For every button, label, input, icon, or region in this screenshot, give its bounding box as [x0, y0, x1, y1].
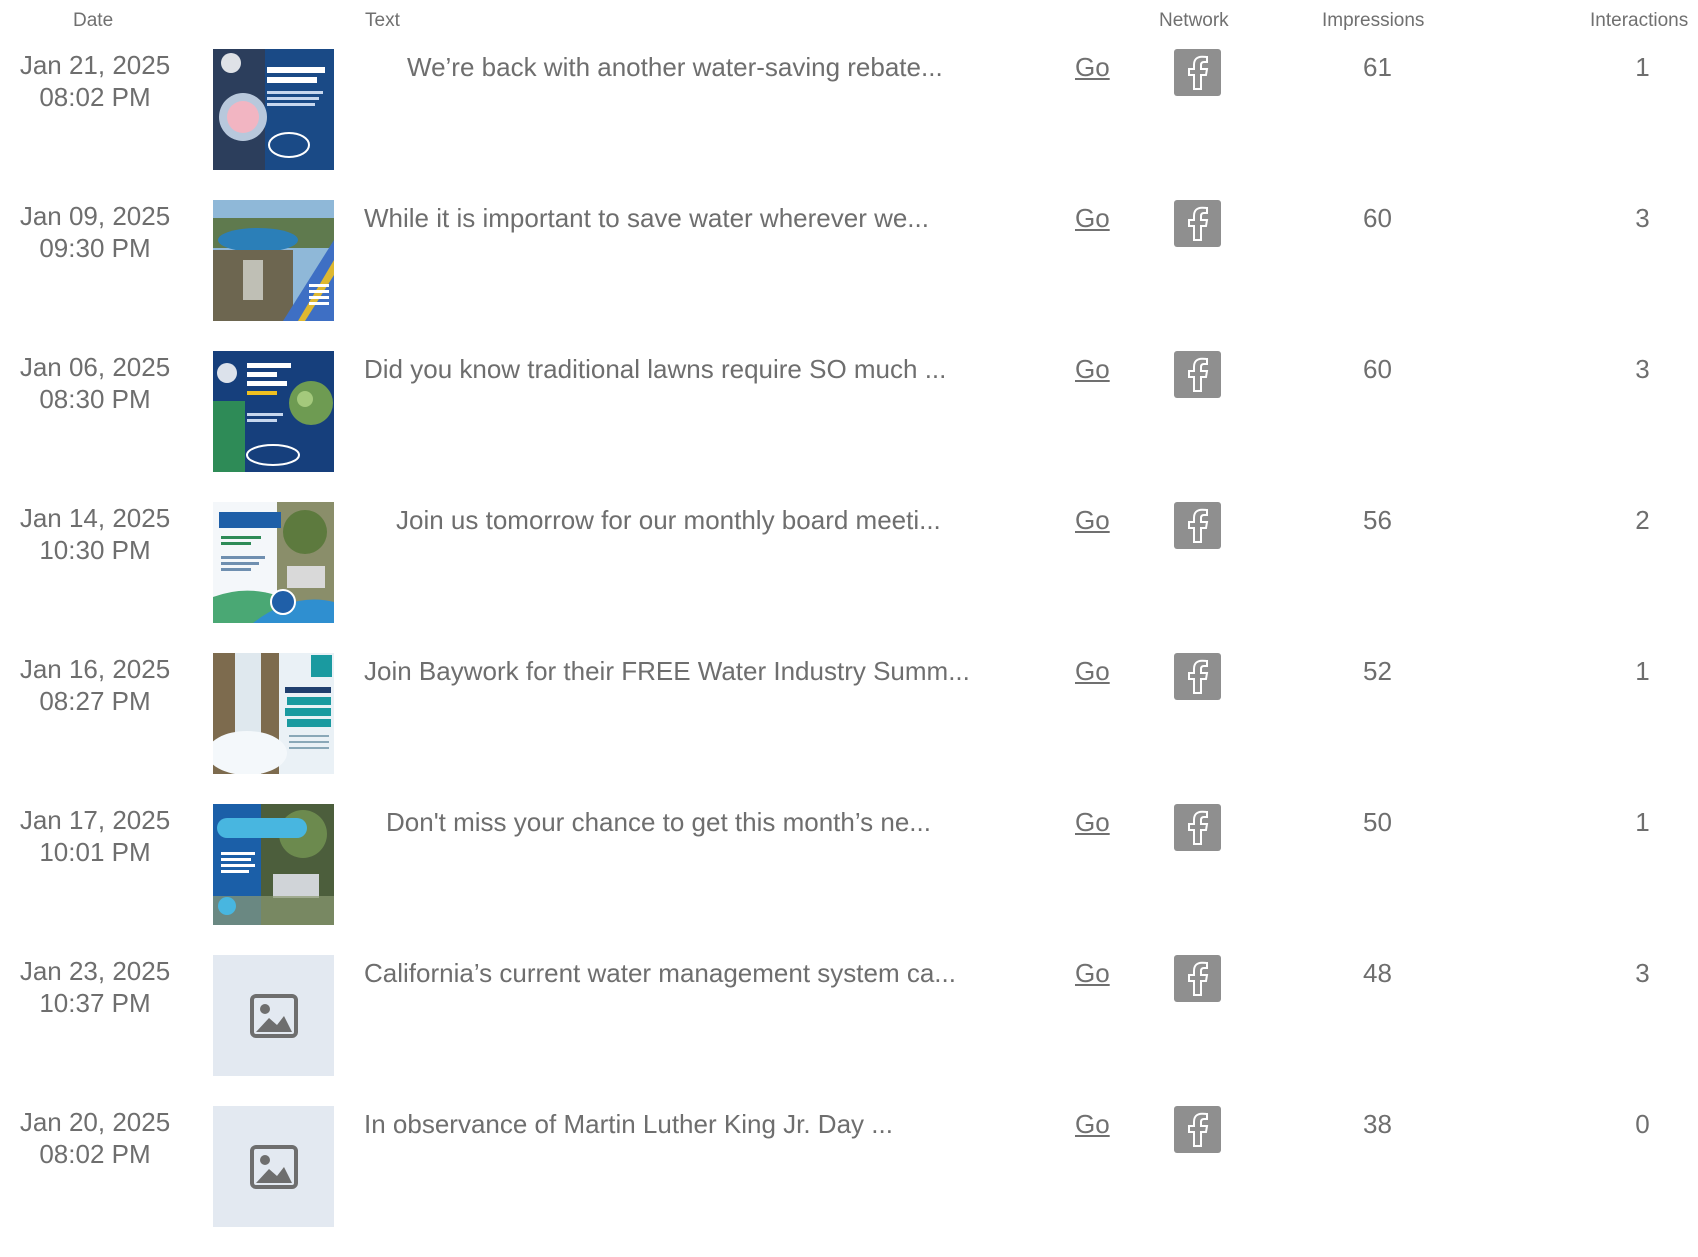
image-placeholder-icon[interactable]: [213, 955, 334, 1076]
interactions-count: 3: [1635, 958, 1650, 988]
interactions-count: 1: [1635, 52, 1650, 82]
post-date: Jan 14, 2025 10:30 PM: [0, 502, 190, 566]
post-date: Jan 16, 2025 08:27 PM: [0, 653, 190, 717]
post-date-time: 08:02 PM: [39, 1139, 151, 1169]
post-date-day: Jan 21, 2025: [19, 50, 171, 80]
lawn-conversion-thumbnail[interactable]: [213, 351, 334, 472]
table-row: Jan 14, 2025 10:30 PM Join us tomorrow f…: [0, 502, 1698, 653]
impressions-count: 38: [1363, 1109, 1392, 1139]
facebook-icon: [1174, 955, 1221, 1002]
go-link[interactable]: Go: [1075, 806, 1110, 838]
facebook-icon: [1174, 653, 1221, 700]
column-header-text[interactable]: Text: [365, 10, 400, 32]
post-text: Did you know traditional lawns require S…: [364, 354, 947, 384]
table-row: Jan 23, 2025 10:37 PM California’s curre…: [0, 955, 1698, 1106]
post-date-time: 08:02 PM: [39, 82, 151, 112]
post-date-day: Jan 23, 2025: [19, 956, 171, 986]
go-link[interactable]: Go: [1075, 504, 1110, 536]
interactions-count: 0: [1635, 1109, 1650, 1139]
impressions-count: 48: [1363, 958, 1392, 988]
table-row: Jan 20, 2025 08:02 PM In observance of M…: [0, 1106, 1698, 1257]
post-date-day: Jan 06, 2025: [19, 352, 171, 382]
post-date-time: 10:37 PM: [39, 988, 151, 1018]
post-text: While it is important to save water wher…: [364, 203, 929, 233]
table-row: Jan 06, 2025 08:30 PM Did you know tradi…: [0, 351, 1698, 502]
impressions-count: 61: [1363, 52, 1392, 82]
interactions-count: 3: [1635, 354, 1650, 384]
post-text: Join us tomorrow for our monthly board m…: [396, 505, 941, 535]
post-date-time: 10:01 PM: [39, 837, 151, 867]
go-link[interactable]: Go: [1075, 655, 1110, 687]
post-date-time: 10:30 PM: [39, 535, 151, 565]
post-text: Don't miss your chance to get this month…: [386, 807, 931, 837]
column-header-date[interactable]: Date: [73, 10, 113, 32]
post-text: In observance of Martin Luther King Jr. …: [364, 1109, 893, 1139]
go-link[interactable]: Go: [1075, 957, 1110, 989]
impressions-count: 52: [1363, 656, 1392, 686]
post-date: Jan 21, 2025 08:02 PM: [0, 49, 190, 113]
post-text: California’s current water management sy…: [364, 958, 956, 988]
go-link[interactable]: Go: [1075, 353, 1110, 385]
go-link[interactable]: Go: [1075, 51, 1110, 83]
post-date: Jan 17, 2025 10:01 PM: [0, 804, 190, 868]
table-row: Jan 16, 2025 08:27 PM Join Baywork for t…: [0, 653, 1698, 804]
interactions-count: 2: [1635, 505, 1650, 535]
facebook-icon: [1174, 351, 1221, 398]
facebook-icon: [1174, 200, 1221, 247]
post-date-day: Jan 17, 2025: [19, 805, 171, 835]
post-date-day: Jan 09, 2025: [19, 201, 171, 231]
interactions-count: 1: [1635, 656, 1650, 686]
go-link[interactable]: Go: [1075, 202, 1110, 234]
post-text: Join Baywork for their FREE Water Indust…: [364, 656, 970, 686]
facebook-icon: [1174, 502, 1221, 549]
post-date-time: 08:27 PM: [39, 686, 151, 716]
post-date: Jan 23, 2025 10:37 PM: [0, 955, 190, 1019]
post-text: We’re back with another water-saving reb…: [407, 52, 943, 82]
board-meeting-thumbnail[interactable]: [213, 502, 334, 623]
reservoir-thumbnail[interactable]: [213, 200, 334, 321]
impressions-count: 56: [1363, 505, 1392, 535]
facebook-icon: [1174, 804, 1221, 851]
table-header: Date Text Network Impressions Interactio…: [0, 0, 1698, 40]
newsletter-thumbnail[interactable]: [213, 804, 334, 925]
post-date-day: Jan 16, 2025: [19, 654, 171, 684]
image-placeholder-icon[interactable]: [213, 1106, 334, 1227]
washer-rebate-thumbnail[interactable]: [213, 49, 334, 170]
post-date: Jan 09, 2025 09:30 PM: [0, 200, 190, 264]
table-row: Jan 21, 2025 08:02 PM We’re back with an…: [0, 49, 1698, 200]
post-date-time: 08:30 PM: [39, 384, 151, 414]
table-row: Jan 17, 2025 10:01 PM Don't miss your ch…: [0, 804, 1698, 955]
facebook-icon: [1174, 49, 1221, 96]
post-date: Jan 20, 2025 08:02 PM: [0, 1106, 190, 1170]
column-header-interactions[interactable]: Interactions: [1590, 10, 1688, 32]
interactions-count: 3: [1635, 203, 1650, 233]
interactions-count: 1: [1635, 807, 1650, 837]
impressions-count: 60: [1363, 203, 1392, 233]
post-date-day: Jan 14, 2025: [19, 503, 171, 533]
summit-thumbnail[interactable]: [213, 653, 334, 774]
impressions-count: 50: [1363, 807, 1392, 837]
post-date: Jan 06, 2025 08:30 PM: [0, 351, 190, 415]
impressions-count: 60: [1363, 354, 1392, 384]
column-header-network[interactable]: Network: [1159, 10, 1229, 32]
column-header-impressions[interactable]: Impressions: [1322, 10, 1424, 32]
facebook-icon: [1174, 1106, 1221, 1153]
go-link[interactable]: Go: [1075, 1108, 1110, 1140]
table-row: Jan 09, 2025 09:30 PM While it is import…: [0, 200, 1698, 351]
post-date-time: 09:30 PM: [39, 233, 151, 263]
post-date-day: Jan 20, 2025: [19, 1107, 171, 1137]
